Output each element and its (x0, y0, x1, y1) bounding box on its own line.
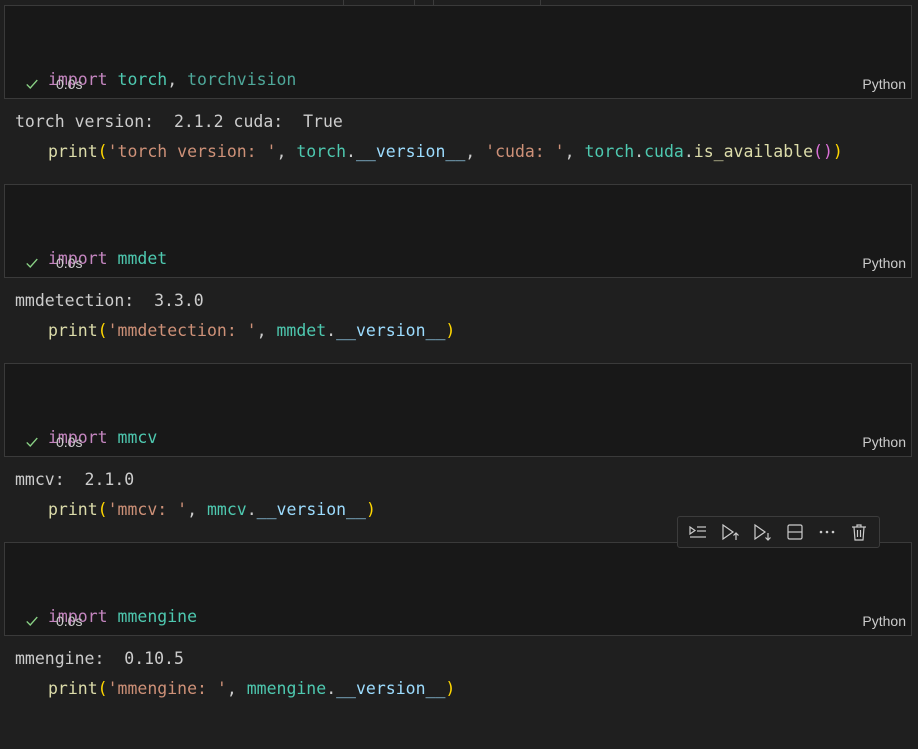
language-picker[interactable]: Python (862, 76, 906, 92)
split-cell-icon (786, 524, 803, 540)
cell-toolbar (677, 516, 880, 548)
check-icon (26, 616, 38, 626)
execution-status: 0.0s (25, 255, 82, 271)
notebook-cell-2[interactable]: import mmdet print('mmdetection: ', mmde… (4, 184, 912, 340)
run-above-icon (722, 523, 740, 541)
language-picker[interactable]: Python (862, 613, 906, 629)
execution-status: 0.0s (25, 76, 82, 92)
execute-above-cells-button[interactable] (685, 519, 711, 545)
delete-cell-icon (851, 524, 866, 541)
delete-cell-button[interactable] (846, 519, 872, 545)
execution-time: 0.0s (56, 76, 83, 92)
more-actions-button[interactable] (814, 519, 840, 545)
code-line-2: print('mmcv: ', mmcv.__version__) (48, 500, 376, 519)
cell-output-4: mmengine: 0.10.5 (15, 649, 184, 668)
code-line-1: import torch, torchvision (48, 70, 297, 89)
notebook-cell-1[interactable]: import torch, torchvision print('torch v… (4, 5, 912, 161)
check-icon (26, 79, 38, 89)
language-picker[interactable]: Python (862, 255, 906, 271)
execution-status: 0.0s (25, 613, 82, 629)
cell-output-2: mmdetection: 3.3.0 (15, 291, 204, 310)
code-line-2: print('mmengine: ', mmengine.__version__… (48, 679, 456, 698)
execution-time: 0.0s (56, 255, 83, 271)
notebook-cell-4[interactable]: import mmengine print('mmengine: ', mmen… (4, 542, 912, 698)
code-line-1: import mmcv (48, 428, 158, 447)
split-cell-button[interactable] (782, 519, 808, 545)
check-icon (26, 437, 38, 447)
code-line-1: import mmdet (48, 249, 168, 268)
more-actions-icon (819, 530, 835, 534)
execution-time: 0.0s (56, 613, 83, 629)
run-below-button[interactable] (749, 519, 775, 545)
cell-output-1: torch version: 2.1.2 cuda: True (15, 112, 343, 131)
execution-time: 0.0s (56, 434, 83, 450)
code-line-2: print('mmdetection: ', mmdet.__version__… (48, 321, 456, 340)
cell-output-3: mmcv: 2.1.0 (15, 470, 135, 489)
language-picker[interactable]: Python (862, 434, 906, 450)
code-line-1: import mmengine (48, 607, 198, 626)
execution-status: 0.0s (25, 434, 82, 450)
run-above-button[interactable] (717, 519, 743, 545)
code-line-2: print('torch version: ', torch.__version… (48, 142, 843, 161)
execute-above-cells-icon (689, 525, 707, 538)
check-icon (26, 258, 38, 268)
run-below-icon (754, 523, 772, 541)
notebook-cell-3[interactable]: import mmcv print('mmcv: ', mmcv.__versi… (4, 363, 912, 519)
